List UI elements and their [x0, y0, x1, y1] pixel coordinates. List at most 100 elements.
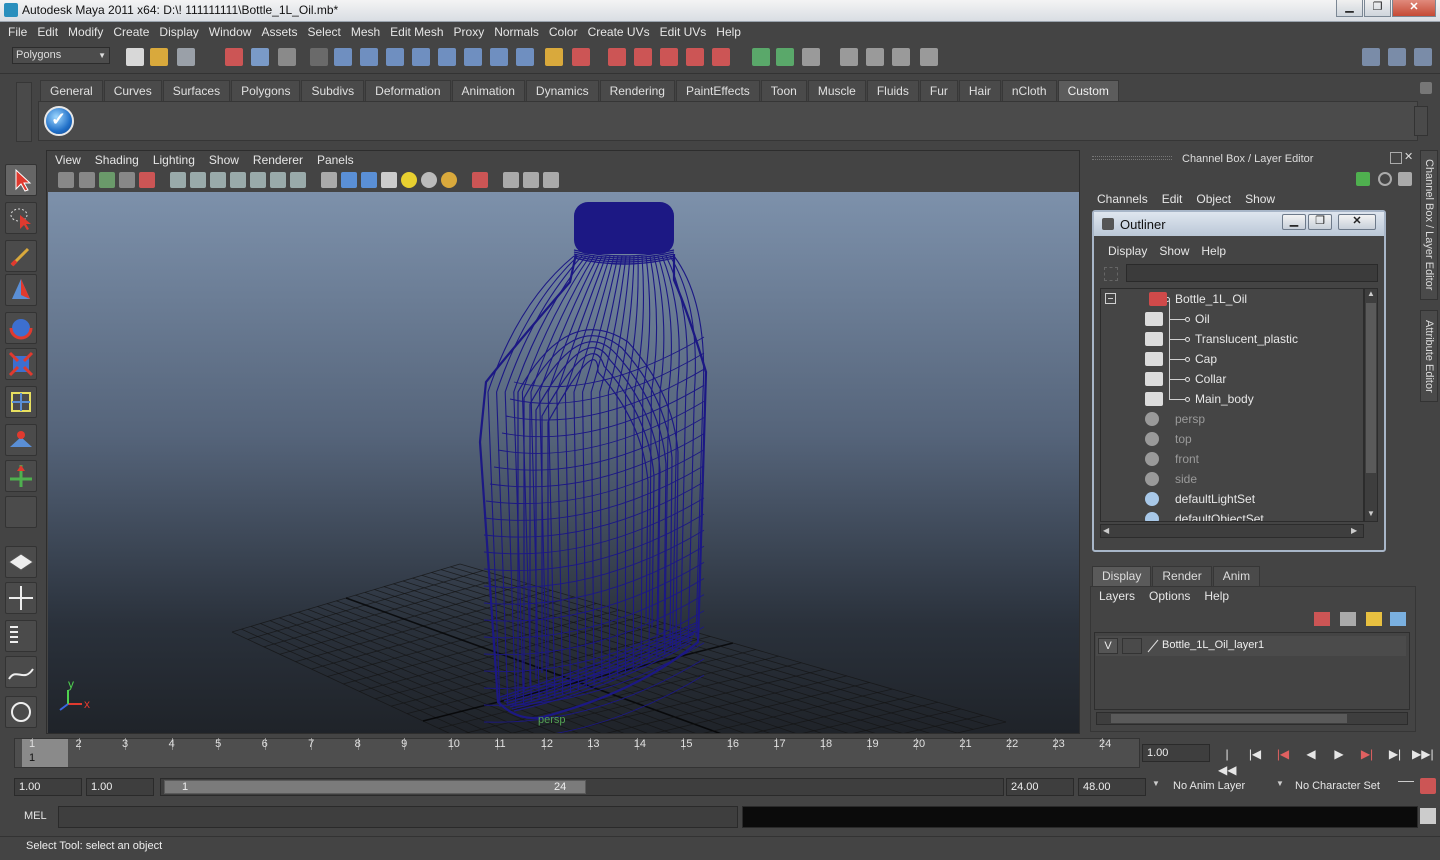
shelf-tab-animation[interactable]: Animation [451, 80, 525, 101]
soft-modification-icon[interactable] [5, 424, 37, 456]
lasso-tool-icon[interactable] [5, 202, 37, 234]
save-scene-icon[interactable] [177, 48, 195, 66]
menu-display[interactable]: Display [154, 25, 203, 39]
textured-icon[interactable] [381, 172, 397, 188]
step-forward-icon[interactable]: ▶| [1386, 746, 1404, 762]
menu-help[interactable]: Help [711, 25, 746, 39]
safe-title-icon[interactable] [290, 172, 306, 188]
outliner-item[interactable]: Translucent_plastic [1101, 319, 1363, 349]
open-scene-icon[interactable] [150, 48, 168, 66]
layer-tab-display[interactable]: Display [1092, 566, 1152, 586]
universal-manipulator-icon[interactable] [5, 386, 37, 418]
current-time-field[interactable]: 1.00 [1142, 744, 1210, 762]
last-tool-slot[interactable] [5, 496, 37, 528]
shelf-tab-curves[interactable]: Curves [103, 80, 162, 101]
minimize-button[interactable]: ▁ [1336, 0, 1363, 17]
outliner-item[interactable]: Cap [1101, 339, 1363, 369]
menu-select[interactable]: Select [302, 25, 345, 39]
outliner-filter-input[interactable] [1126, 264, 1378, 282]
shelf-tab-dynamics[interactable]: Dynamics [525, 80, 599, 101]
safe-action-icon[interactable] [270, 172, 286, 188]
outliner-item[interactable]: Collar [1101, 359, 1363, 389]
output-ops-icon[interactable] [776, 48, 794, 66]
default-lights-icon[interactable] [421, 172, 437, 188]
outliner-menu-help[interactable]: Help [1195, 244, 1232, 258]
show-manipulator-icon[interactable] [5, 460, 37, 492]
snap-to-grid-icon[interactable] [608, 48, 626, 66]
maximize-button[interactable]: ❐ [1364, 0, 1391, 17]
shelf-tab-general[interactable]: General [40, 80, 103, 101]
end-time-field[interactable]: 48.00 [1078, 778, 1146, 796]
rotate-tool-icon[interactable] [5, 312, 37, 344]
menu-edit-mesh[interactable]: Edit Mesh [385, 25, 448, 39]
close-panel-icon[interactable]: ✕ [1404, 152, 1416, 164]
highlight-selection-icon[interactable] [572, 48, 590, 66]
scroll-right-icon[interactable]: ▶ [1351, 526, 1357, 535]
new-layer-from-selection-icon[interactable] [1390, 612, 1406, 626]
select-misc-icon[interactable] [516, 48, 534, 66]
scroll-left-icon[interactable]: ◀ [1103, 526, 1109, 535]
menu-set-dropdown[interactable]: Polygons ▼ [12, 47, 110, 64]
menu-file[interactable]: File [3, 25, 32, 39]
checkmark-shelf-icon[interactable]: ✓ [44, 106, 74, 136]
close-button[interactable]: ✕ [1392, 0, 1436, 17]
start-time-field[interactable]: 1.00 [14, 778, 82, 796]
menu-window[interactable]: Window [204, 25, 257, 39]
step-back-icon[interactable]: |◀ [1246, 746, 1264, 762]
outliner-item[interactable]: defaultLightSet [1101, 489, 1363, 509]
outliner-item[interactable]: defaultObjectSet [1101, 509, 1363, 521]
outliner-title-bar[interactable]: Outliner ▁ ❐ ✕ [1094, 212, 1384, 236]
character-set-dropdown[interactable]: No Character Set [1292, 778, 1392, 796]
shelf-tab-painteffects[interactable]: PaintEffects [675, 80, 760, 101]
side-tab-attribute-editor[interactable]: Attribute Editor [1420, 310, 1438, 402]
new-scene-icon[interactable] [126, 48, 144, 66]
two-d-pan-zoom-icon[interactable] [139, 172, 155, 188]
snap-to-curve-icon[interactable] [634, 48, 652, 66]
outliner-item[interactable]: top [1101, 429, 1363, 449]
outliner-item[interactable]: persp [1101, 409, 1363, 429]
outliner-scroll-thumb[interactable] [1366, 303, 1376, 473]
shelf-tab-surfaces[interactable]: Surfaces [162, 80, 231, 101]
single-pane-layout-icon[interactable] [5, 546, 37, 578]
options-menu[interactable]: Options [1142, 589, 1197, 603]
channel-box-manip-icon[interactable] [1356, 172, 1370, 186]
shadows-icon[interactable] [441, 172, 457, 188]
scroll-up-icon[interactable]: ▲ [1367, 289, 1375, 298]
outliner-menu-display[interactable]: Display [1102, 244, 1153, 258]
layer-tab-render[interactable]: Render [1152, 566, 1212, 586]
resolution-gate-icon[interactable] [210, 172, 226, 188]
shelf-tab-deformation[interactable]: Deformation [365, 80, 451, 101]
select-tool-icon[interactable] [5, 164, 37, 196]
play-forwards-icon[interactable]: ▶ [1330, 746, 1348, 762]
lock-selection-icon[interactable] [545, 48, 563, 66]
xray-icon[interactable] [503, 172, 519, 188]
image-plane-icon[interactable] [119, 172, 135, 188]
wireframe-shading-icon[interactable] [321, 172, 337, 188]
filter-icon[interactable] [1104, 267, 1118, 281]
wireframe-on-shaded-icon[interactable] [361, 172, 377, 188]
menu-proxy[interactable]: Proxy [449, 25, 490, 39]
channel-box-hyperbolic-icon[interactable] [1398, 172, 1412, 186]
input-ops-icon[interactable] [752, 48, 770, 66]
shelf-scroll-arrows[interactable] [1414, 106, 1428, 136]
render-view-icon[interactable] [840, 48, 858, 66]
range-slider-thumb[interactable] [164, 780, 586, 794]
bookmarks-icon[interactable] [99, 172, 115, 188]
smooth-shading-icon[interactable] [341, 172, 357, 188]
paint-select-tool-icon[interactable] [5, 240, 37, 272]
toggle-attribute-editor-icon[interactable] [1388, 48, 1406, 66]
viewport-menu-shading[interactable]: Shading [88, 152, 146, 168]
menu-assets[interactable]: Assets [256, 25, 302, 39]
mel-label[interactable]: MEL [24, 810, 47, 822]
move-layer-down-icon[interactable] [1340, 612, 1356, 626]
outliner-horizontal-scrollbar[interactable]: ◀ ▶ [1100, 524, 1364, 538]
select-by-component-icon[interactable] [278, 48, 296, 66]
outliner-menu-show[interactable]: Show [1153, 244, 1195, 258]
outliner-item[interactable]: side [1101, 469, 1363, 489]
outliner-item[interactable]: front [1101, 449, 1363, 469]
anim-layer-chevron-icon[interactable]: ▼ [1152, 779, 1160, 788]
auto-key-icon[interactable] [1398, 781, 1414, 793]
select-curves-icon[interactable] [386, 48, 404, 66]
viewport-menu-lighting[interactable]: Lighting [146, 152, 202, 168]
show-menu[interactable]: Show [1238, 192, 1282, 206]
